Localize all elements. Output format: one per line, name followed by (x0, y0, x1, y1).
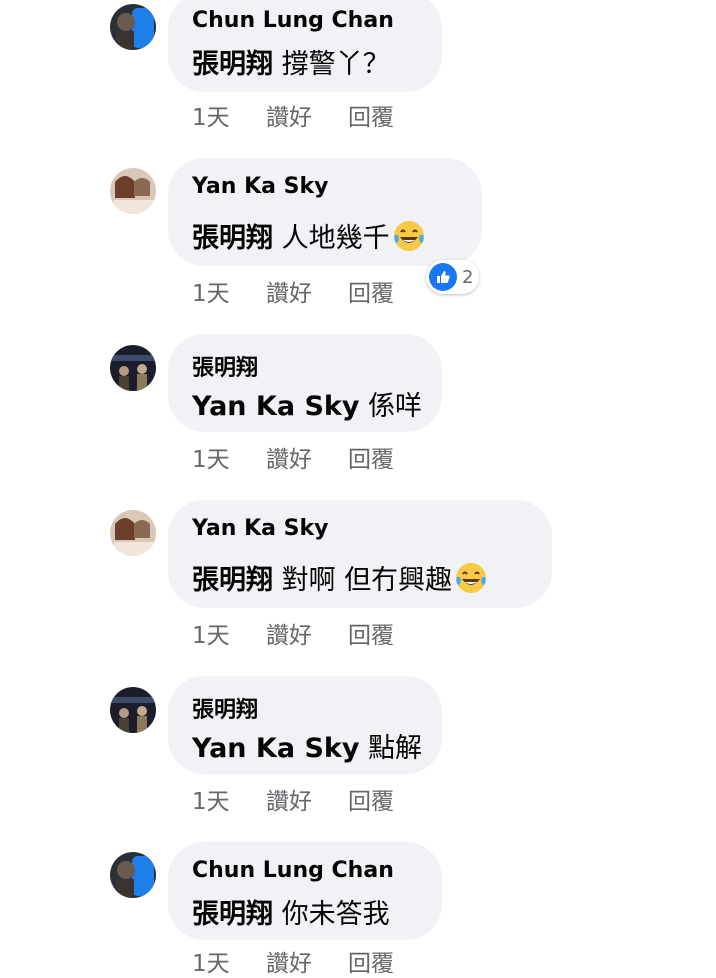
comment-author[interactable]: Chun Lung Chan (192, 858, 394, 883)
user-avatar[interactable] (110, 345, 156, 391)
comment-time[interactable]: 1天 (192, 782, 230, 816)
comment-bubble: 張明翔 Yan Ka Sky 係咩 (168, 334, 442, 432)
avatar-chun-lung-chan-image (110, 4, 156, 50)
comment-body: 係咩 (368, 391, 423, 422)
like-button[interactable]: 讚好 (266, 616, 312, 650)
reaction-badge[interactable]: 2 (426, 260, 480, 294)
comment-text: 張明翔 對啊 但冇興趣 (192, 558, 488, 597)
mention-link[interactable]: 張明翔 (192, 565, 273, 596)
comment-body: 撐警丫？ (281, 49, 390, 80)
tears-of-joy-emoji-icon (456, 563, 487, 593)
comment-time[interactable]: 1天 (192, 944, 230, 978)
avatar-yan-ka-sky-image (110, 510, 156, 556)
comment-text: 張明翔 撐警丫？ (192, 42, 390, 81)
avatar-yan-ka-sky-image (110, 168, 156, 214)
mention-link[interactable]: Yan Ka Sky (192, 391, 359, 422)
user-avatar[interactable] (110, 4, 156, 50)
like-reaction-icon (429, 263, 457, 291)
reply-button[interactable]: 回覆 (348, 440, 394, 474)
avatar-zhang-ming-xiang-image (110, 345, 156, 391)
mention-link[interactable]: 張明翔 (192, 223, 273, 254)
mention-link[interactable]: 張明翔 (192, 49, 273, 80)
comment-author[interactable]: Yan Ka Sky (192, 516, 328, 541)
comment-body: 人地幾千 (281, 223, 390, 254)
comment-text: 張明翔 人地幾千 (192, 216, 426, 255)
like-button[interactable]: 讚好 (266, 440, 312, 474)
comment-body: 對啊 但冇興趣 (281, 565, 453, 596)
comment-time[interactable]: 1天 (192, 98, 230, 132)
comment-bubble: Yan Ka Sky 張明翔 人地幾千 (168, 158, 482, 266)
comment-bubble: Yan Ka Sky 張明翔 對啊 但冇興趣 (168, 500, 552, 608)
like-button[interactable]: 讚好 (266, 782, 312, 816)
mention-link[interactable]: Yan Ka Sky (192, 733, 359, 764)
comment-time[interactable]: 1天 (192, 440, 230, 474)
reply-button[interactable]: 回覆 (348, 944, 394, 978)
user-avatar[interactable] (110, 168, 156, 214)
comment-author[interactable]: Chun Lung Chan (192, 8, 394, 33)
comment-time[interactable]: 1天 (192, 274, 230, 308)
comment-bubble: 張明翔 Yan Ka Sky 點解 (168, 676, 442, 774)
comment-text: Yan Ka Sky 點解 (192, 726, 422, 765)
reply-button[interactable]: 回覆 (348, 616, 394, 650)
reply-button[interactable]: 回覆 (348, 782, 394, 816)
like-button[interactable]: 讚好 (266, 98, 312, 132)
like-button[interactable]: 讚好 (266, 274, 312, 308)
comment-body: 點解 (368, 733, 423, 764)
avatar-chun-lung-chan-image (110, 852, 156, 898)
user-avatar[interactable] (110, 687, 156, 733)
reaction-count: 2 (462, 266, 474, 288)
like-button[interactable]: 讚好 (266, 944, 312, 978)
avatar-zhang-ming-xiang-image (110, 687, 156, 733)
comment-body: 你未答我 (281, 899, 390, 930)
user-avatar[interactable] (110, 852, 156, 898)
user-avatar[interactable] (110, 510, 156, 556)
comment-bubble: Chun Lung Chan 張明翔 撐警丫？ (168, 0, 442, 92)
comment-author[interactable]: 張明翔 (192, 350, 258, 382)
tears-of-joy-emoji-icon (393, 221, 424, 251)
comment-author[interactable]: Yan Ka Sky (192, 174, 328, 199)
reply-button[interactable]: 回覆 (348, 98, 394, 132)
comment-time[interactable]: 1天 (192, 616, 230, 650)
comment-text: 張明翔 你未答我 (192, 892, 390, 931)
reply-button[interactable]: 回覆 (348, 274, 394, 308)
comment-author[interactable]: 張明翔 (192, 692, 258, 724)
comment-text: Yan Ka Sky 係咩 (192, 384, 422, 423)
mention-link[interactable]: 張明翔 (192, 899, 273, 930)
comment-bubble: Chun Lung Chan 張明翔 你未答我 (168, 842, 442, 940)
